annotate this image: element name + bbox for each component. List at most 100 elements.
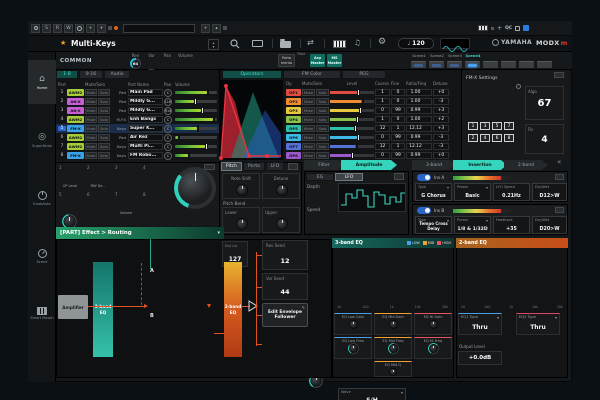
- search-icon[interactable]: [230, 39, 240, 49]
- var-send-box[interactable]: Var Send 44: [262, 273, 308, 300]
- op-detune[interactable]: +0: [433, 89, 449, 97]
- detune-box[interactable]: Detune: [262, 173, 300, 199]
- op-mute-button[interactable]: Mute: [302, 125, 315, 132]
- eq-mid-gain-knob[interactable]: EQ Mid Gain: [374, 313, 412, 335]
- scene-button-8[interactable]: [537, 61, 552, 68]
- scene-button-2[interactable]: [429, 61, 444, 68]
- algorithm-box[interactable]: Algo 67: [525, 86, 564, 120]
- op-detune[interactable]: +3: [433, 107, 449, 115]
- solo-button[interactable]: Solo: [98, 125, 110, 132]
- part-pan-knob[interactable]: L16: [164, 98, 172, 106]
- pitch-options-icon[interactable]: [288, 163, 298, 170]
- sidebar-item-smartmorph[interactable]: Smart Morph: [28, 292, 56, 336]
- eq-mid-q-knob[interactable]: EQ Mid Q: [374, 361, 412, 377]
- part-name[interactable]: FM Robo...: [128, 152, 163, 160]
- collapse-icon[interactable]: «: [557, 158, 561, 166]
- part-volume-slider[interactable]: [175, 100, 217, 103]
- scene-button-1[interactable]: [411, 61, 426, 68]
- operator-row[interactable]: OP5 Mute Solo 12 1 12.12 +3: [286, 124, 458, 133]
- op-solo-button[interactable]: Solo: [316, 143, 329, 150]
- part-name[interactable]: Main Pad: [128, 89, 163, 97]
- op-fine[interactable]: 1: [391, 143, 405, 151]
- qc-button[interactable]: QC: [505, 26, 512, 31]
- ins-a-drywet[interactable]: Dry/Wet D12>W: [532, 183, 567, 201]
- tab-amp-lfo[interactable]: LFO: [335, 173, 363, 181]
- ins-b-bypass-icon[interactable]: [555, 207, 564, 213]
- tab-parts-1-8[interactable]: 1-8: [56, 70, 78, 79]
- host-button-r[interactable]: R: [53, 24, 62, 33]
- rev-send-box[interactable]: Rev Send 12: [262, 240, 308, 270]
- part-pan-knob[interactable]: C: [164, 152, 172, 160]
- op-ratio[interactable]: 1.00: [406, 98, 432, 106]
- op-solo-button[interactable]: Solo: [316, 134, 329, 141]
- part-pan-knob[interactable]: R14: [164, 107, 172, 115]
- part-name[interactable]: Air Rez: [128, 134, 163, 142]
- op-ratio[interactable]: 0.99: [406, 134, 432, 142]
- plus-icon[interactable]: +: [86, 24, 95, 33]
- part-row[interactable]: 3 AN-X Mute Solo Pad Mildly G... R14: [56, 106, 219, 115]
- scene-button-3[interactable]: [447, 61, 462, 68]
- mute-button[interactable]: Mute: [85, 125, 97, 132]
- op-detune[interactable]: +0: [433, 152, 449, 160]
- operator-envelope-graph[interactable]: [219, 80, 283, 160]
- preset-stepper[interactable]: ▴▾: [208, 39, 219, 50]
- op-mute-button[interactable]: Mute: [302, 152, 315, 159]
- amp-options-icon[interactable]: [394, 173, 404, 180]
- tempo-display[interactable]: ♩ 120: [398, 38, 434, 49]
- eq1-type-select[interactable]: EQ1 Type ▾ Thru: [458, 313, 502, 335]
- scene-button-7[interactable]: [519, 61, 534, 68]
- keyboard-icon[interactable]: [333, 40, 346, 48]
- mute-button[interactable]: Mute: [85, 107, 97, 114]
- op-solo-button[interactable]: Solo: [316, 107, 329, 114]
- op-mute-button[interactable]: Mute: [302, 98, 315, 105]
- op-detune[interactable]: -3: [433, 134, 449, 142]
- op-coarse[interactable]: 0: [375, 107, 390, 115]
- op-fine[interactable]: 99: [391, 152, 405, 160]
- op-solo-button[interactable]: Solo: [316, 116, 329, 123]
- op-fine[interactable]: 0: [391, 98, 405, 106]
- fmx-collapse-icon[interactable]: [554, 72, 564, 78]
- op-level-slider[interactable]: [330, 91, 374, 94]
- op-ratio[interactable]: 0.99: [406, 152, 432, 160]
- ins-a-lfo-speed[interactable]: LFO Speed 0.21Hz: [493, 183, 530, 201]
- folder-icon[interactable]: [280, 41, 291, 48]
- op-level-slider[interactable]: [330, 109, 374, 112]
- part-row[interactable]: 8 FM-X Mute Solo Keys FM Robo... C: [56, 151, 219, 160]
- op-ratio[interactable]: 1.00: [406, 89, 432, 97]
- op-ratio[interactable]: 12.12: [406, 143, 432, 151]
- super-knob-assign-icon[interactable]: [204, 164, 215, 170]
- preset-field[interactable]: [123, 24, 195, 33]
- tab-eg[interactable]: EG: [306, 173, 334, 181]
- op-coarse[interactable]: 1: [375, 89, 390, 97]
- eq-low-gain-knob[interactable]: EQ Low Gain: [334, 313, 372, 335]
- op-ratio[interactable]: 1.00: [406, 116, 432, 124]
- part-row[interactable]: 1 AWM2 Mute Solo Pad Main Pad C: [56, 88, 219, 97]
- portamento-button[interactable]: Porta mento: [278, 54, 295, 67]
- plus-icon[interactable]: +: [497, 25, 502, 32]
- monitor-icon[interactable]: [252, 40, 263, 47]
- part-row[interactable]: 4 AWM2 Mute Solo M.FX Enh Bangs C: [56, 115, 219, 124]
- part-pan-knob[interactable]: C: [164, 89, 172, 97]
- op-solo-button[interactable]: Solo: [316, 125, 329, 132]
- op-mute-button[interactable]: Mute: [302, 107, 315, 114]
- ins-b-drywet[interactable]: Dry/Wet D20>W: [532, 216, 567, 234]
- snapshot-icon[interactable]: [31, 24, 40, 33]
- operator-row[interactable]: OP6 Mute Solo 0 99 0.99 -3: [286, 133, 458, 142]
- down-arrow-icon[interactable]: ▾: [97, 24, 106, 33]
- tab-3band[interactable]: 3-band: [412, 160, 456, 170]
- eq-hi-freq-knob[interactable]: EQ Hi Freq: [414, 337, 452, 359]
- op-mute-button[interactable]: Mute: [302, 134, 315, 141]
- keyboard-mini-icon[interactable]: [478, 25, 488, 31]
- wave-select[interactable]: Wave ▾ S/H: [338, 388, 406, 400]
- part-row[interactable]: 2 AN-X Mute Solo Pad Mildly G... L16: [56, 97, 219, 106]
- mute-button[interactable]: Mute: [85, 98, 97, 105]
- part-name[interactable]: Mildly G...: [128, 107, 163, 115]
- sidebar-item-knobauto[interactable]: KnobAuto: [28, 176, 56, 220]
- settings-gear-icon[interactable]: ⚙: [378, 37, 386, 47]
- operator-row[interactable]: OP1 Mute Solo 1 0 1.00 +0: [286, 88, 458, 97]
- part-name[interactable]: Super K...: [128, 125, 163, 133]
- sidebar-item-superknob[interactable]: ◎ SuperKnob: [28, 118, 56, 162]
- op-mute-button[interactable]: Mute: [302, 143, 315, 150]
- op-mute-button[interactable]: Mute: [302, 89, 315, 96]
- eq2-type-select[interactable]: EQ2 Type ▾ Thru: [516, 313, 560, 335]
